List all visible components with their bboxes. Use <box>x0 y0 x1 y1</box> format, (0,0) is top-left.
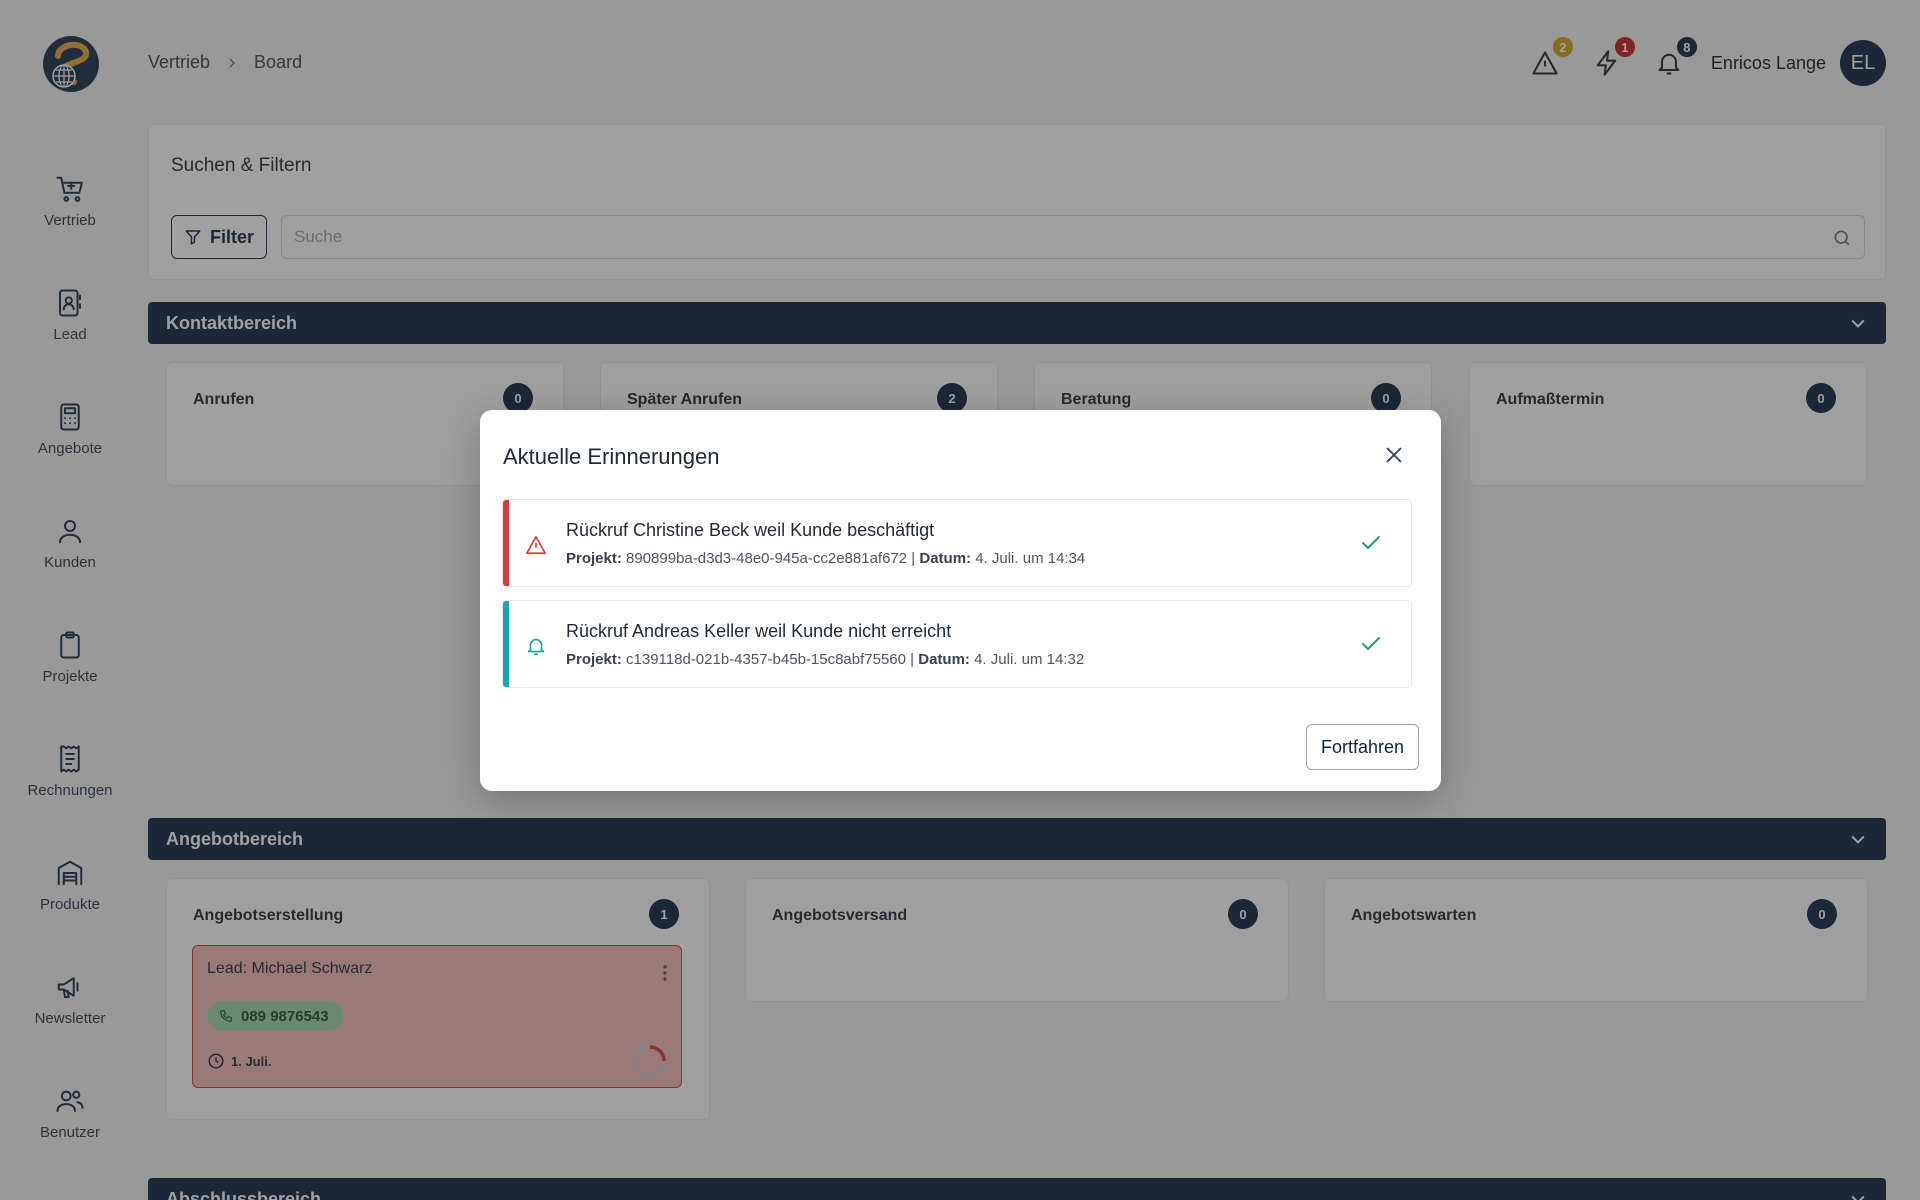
bell-icon <box>527 638 545 656</box>
check-icon[interactable] <box>1359 531 1383 555</box>
reminder-title: Rückruf Andreas Keller weil Kunde nicht … <box>566 621 952 641</box>
check-icon[interactable] <box>1359 632 1383 656</box>
reminder-project-id: 890899ba-d3d3-48e0-945a-cc2e881af672 <box>626 550 908 567</box>
reminder-date: 4. Juli. um 14:32 <box>974 651 1085 668</box>
reminder-separator: | <box>911 550 916 567</box>
reminder-project-label: Projekt: <box>566 651 622 668</box>
reminder-item: Rückruf Andreas Keller weil Kunde nicht … <box>502 600 1412 688</box>
continue-button[interactable]: Fortfahren <box>1305 724 1419 770</box>
reminder-separator: | <box>910 651 915 668</box>
reminder-project-label: Projekt: <box>566 550 622 567</box>
reminder-date: 4. Juli. um 14:34 <box>975 550 1086 567</box>
reminder-stripe <box>503 601 509 687</box>
reminder-date-label: Datum: <box>918 651 970 668</box>
reminders-modal: Aktuelle Erinnerungen Rückruf Christine … <box>480 410 1441 791</box>
reminder-title: Rückruf Christine Beck weil Kunde beschä… <box>566 520 935 540</box>
reminder-project-id: c139118d-021b-4357-b45b-15c8abf75560 <box>626 651 906 668</box>
reminder-date-label: Datum: <box>919 550 972 567</box>
warning-triangle-icon <box>526 535 546 555</box>
reminder-stripe <box>503 500 509 586</box>
reminder-meta: Projekt: c139118d-021b-4357-b45b-15c8abf… <box>566 651 1084 668</box>
modal-title: Aktuelle Erinnerungen <box>503 444 720 469</box>
reminder-meta: Projekt: 890899ba-d3d3-48e0-945a-cc2e881… <box>566 550 1085 567</box>
reminder-item: Rückruf Christine Beck weil Kunde beschä… <box>502 499 1412 587</box>
close-icon[interactable] <box>1383 444 1405 466</box>
